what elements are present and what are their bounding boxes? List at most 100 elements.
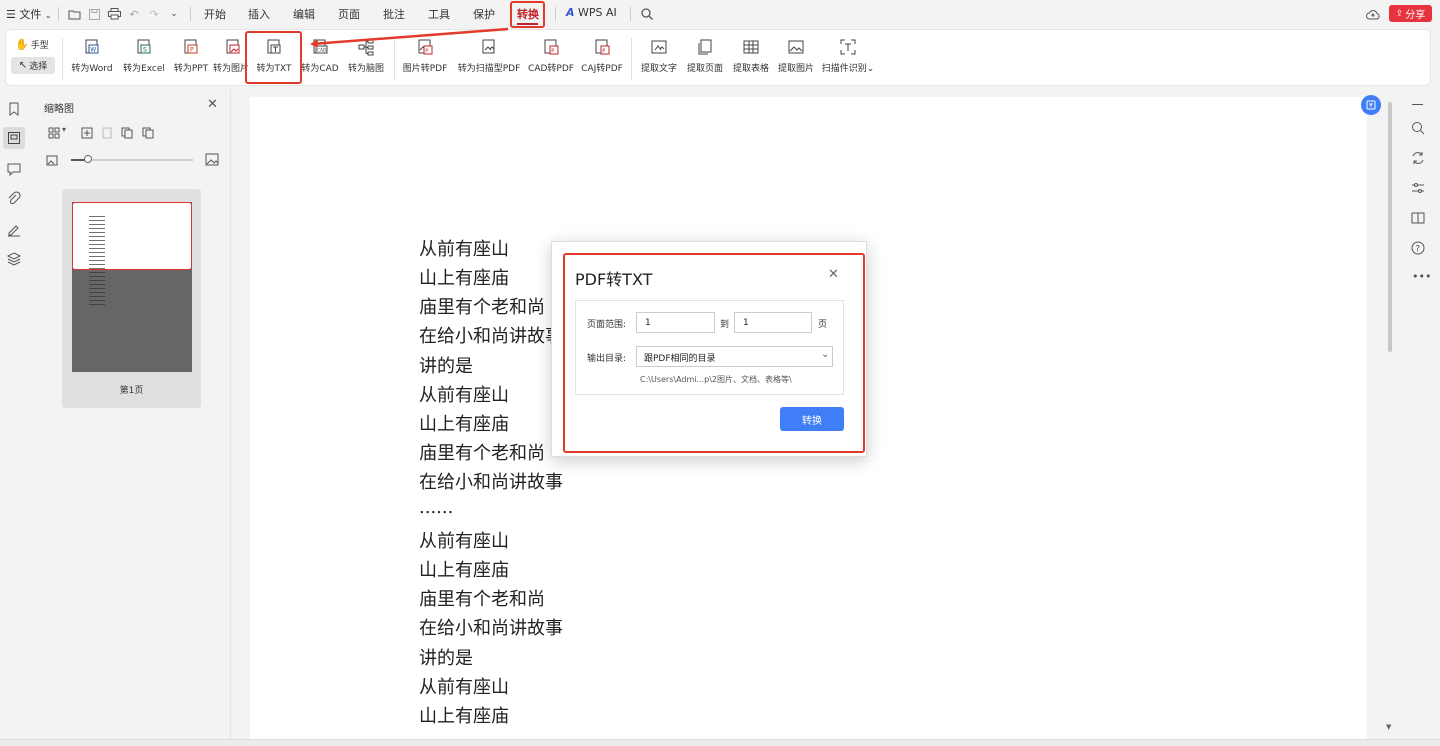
- bookmark-icon[interactable]: [6, 101, 22, 117]
- extract-text-button[interactable]: 提取文字: [638, 36, 680, 82]
- undo-icon[interactable]: ↶: [126, 6, 142, 22]
- svg-text:P: P: [190, 47, 194, 54]
- svg-text:?: ?: [1415, 245, 1420, 255]
- settings-sliders-icon[interactable]: [1410, 180, 1426, 196]
- wps-ai-label: WPS AI: [578, 6, 617, 19]
- thumb-size-slider[interactable]: [71, 155, 193, 163]
- hand-tool-button[interactable]: ✋ 手型: [15, 38, 49, 51]
- large-thumb-icon[interactable]: [205, 153, 219, 166]
- more-dropdown-icon[interactable]: ⌄: [166, 6, 182, 22]
- share-button[interactable]: ⇪ 分享: [1389, 5, 1432, 22]
- convert-to-ppt-label: 转为PPT: [173, 64, 209, 74]
- read-mode-icon[interactable]: [1410, 210, 1426, 226]
- caj-to-pdf-button[interactable]: P CAJ转PDF: [579, 36, 625, 82]
- convert-to-mindmap-label: 转为脑图: [347, 64, 384, 74]
- convert-to-excel-button[interactable]: S 转为Excel: [122, 36, 166, 82]
- select-tool-label: 选择: [29, 62, 48, 72]
- scanned-pdf-icon: [482, 39, 495, 54]
- wps-pdf-window: ☰ 文件 ⌄ ↶ ↷ ⌄ 开始 插入 编辑 页面 批注 工具 保护 转换 A W…: [0, 0, 1440, 746]
- word-doc-icon: W: [85, 39, 99, 54]
- tab-protect[interactable]: 保护: [473, 6, 495, 22]
- attachment-icon[interactable]: [6, 191, 22, 207]
- divider: [630, 7, 631, 21]
- convert-to-scanned-pdf-label: 转为扫描型PDF: [457, 64, 521, 74]
- search-icon[interactable]: [639, 6, 655, 22]
- convert-to-txt-button[interactable]: 转为TXT: [254, 36, 294, 82]
- scan-ocr-label: 扫描件识别: [821, 64, 867, 74]
- svg-text:P: P: [551, 48, 554, 54]
- extract-page-button[interactable]: 提取页面: [684, 36, 726, 82]
- scan-ocr-label-group: 扫描件识别⌄: [822, 61, 875, 74]
- table-icon: [743, 40, 759, 54]
- scan-ocr-button[interactable]: 扫描件识别⌄: [820, 36, 876, 82]
- tab-convert[interactable]: 转换: [517, 6, 539, 22]
- slider-handle[interactable]: [84, 155, 92, 163]
- extract-image-button[interactable]: 提取图片: [775, 36, 817, 82]
- chevron-down-icon[interactable]: ▾: [62, 125, 66, 134]
- excel-doc-icon: S: [137, 39, 151, 54]
- active-tab-underline: [517, 23, 538, 25]
- convert-to-mindmap-button[interactable]: 转为脑图: [346, 36, 386, 82]
- hamburger-icon: ☰: [6, 8, 16, 21]
- more-icon[interactable]: •••: [1412, 270, 1431, 283]
- layers-icon[interactable]: [6, 251, 22, 267]
- wps-ai-button[interactable]: A WPS AI: [566, 6, 617, 19]
- add-page-icon[interactable]: [81, 127, 93, 139]
- cloud-sync-icon[interactable]: [1365, 6, 1381, 22]
- text-line: 在给小和尚讲故事: [419, 326, 563, 347]
- ribbon-toolbar: ✋ 手型 ↖ 选择 W 转为Word S 转为Excel P 转为PPT 转为图…: [5, 29, 1431, 86]
- tab-page[interactable]: 页面: [338, 6, 360, 22]
- redo-icon[interactable]: ↷: [146, 6, 162, 22]
- page-thumbnail-card[interactable]: 第1页: [62, 189, 201, 408]
- extract-page-icon[interactable]: [142, 127, 154, 139]
- cursor-icon: ↖: [18, 60, 28, 71]
- copy-page-icon[interactable]: [121, 127, 133, 139]
- tab-insert[interactable]: 插入: [248, 6, 270, 22]
- svg-text:P: P: [425, 48, 428, 54]
- comment-icon[interactable]: [6, 161, 22, 177]
- ribbon-divider: [631, 38, 632, 80]
- open-folder-icon[interactable]: [66, 6, 82, 22]
- menu-bar: ☰ 文件 ⌄ ↶ ↷ ⌄ 开始 插入 编辑 页面 批注 工具 保护 转换 A W…: [0, 0, 1440, 28]
- tab-comment[interactable]: 批注: [383, 6, 405, 22]
- minimize-icon[interactable]: [1412, 104, 1423, 105]
- extract-table-label: 提取表格: [732, 64, 769, 74]
- image-to-pdf-button[interactable]: P 图片转PDF: [402, 36, 448, 82]
- extract-table-button[interactable]: 提取表格: [730, 36, 772, 82]
- signature-icon[interactable]: [6, 221, 22, 237]
- text-line: 从前有座山: [419, 677, 509, 698]
- print-icon[interactable]: [106, 6, 122, 22]
- search-icon[interactable]: [1410, 120, 1426, 136]
- grid-view-icon[interactable]: [48, 127, 60, 139]
- divider: [190, 7, 191, 21]
- chevron-down-icon: ⌄: [866, 64, 875, 74]
- vertical-scrollbar[interactable]: ▼: [1385, 97, 1395, 737]
- cad-to-pdf-button[interactable]: P CAD转PDF: [528, 36, 574, 82]
- select-tool-button[interactable]: ↖ 选择: [11, 57, 55, 74]
- scroll-down-icon[interactable]: ▼: [1386, 723, 1391, 731]
- text-line: 山上有座庙: [419, 268, 509, 289]
- text-line: 从前有座山: [419, 239, 509, 260]
- floating-translate-button[interactable]: [1361, 95, 1381, 115]
- file-menu[interactable]: ☰ 文件 ⌄: [6, 6, 52, 22]
- save-icon[interactable]: [86, 6, 102, 22]
- help-icon[interactable]: ?: [1410, 240, 1426, 256]
- svg-text:S: S: [143, 47, 147, 54]
- tab-start[interactable]: 开始: [204, 6, 226, 22]
- convert-to-ppt-button[interactable]: P 转为PPT: [171, 36, 211, 82]
- delete-page-icon[interactable]: [101, 127, 113, 139]
- convert-to-cad-label: 转为CAD: [301, 64, 339, 74]
- thumbnail-tab-active[interactable]: [3, 127, 25, 149]
- convert-to-word-button[interactable]: W 转为Word: [70, 36, 114, 82]
- scrollbar-thumb[interactable]: [1388, 102, 1392, 352]
- convert-to-cad-button[interactable]: CAD 转为CAD: [300, 36, 340, 82]
- convert-to-scanned-pdf-button[interactable]: 转为扫描型PDF: [454, 36, 524, 82]
- ppt-doc-icon: P: [184, 39, 198, 54]
- small-thumb-icon[interactable]: [46, 155, 58, 166]
- tab-tools[interactable]: 工具: [428, 6, 450, 22]
- ribbon-divider: [394, 38, 395, 80]
- status-bar: [0, 739, 1440, 746]
- sync-icon[interactable]: [1410, 150, 1426, 166]
- tab-edit[interactable]: 编辑: [293, 6, 315, 22]
- close-icon[interactable]: ✕: [207, 97, 218, 112]
